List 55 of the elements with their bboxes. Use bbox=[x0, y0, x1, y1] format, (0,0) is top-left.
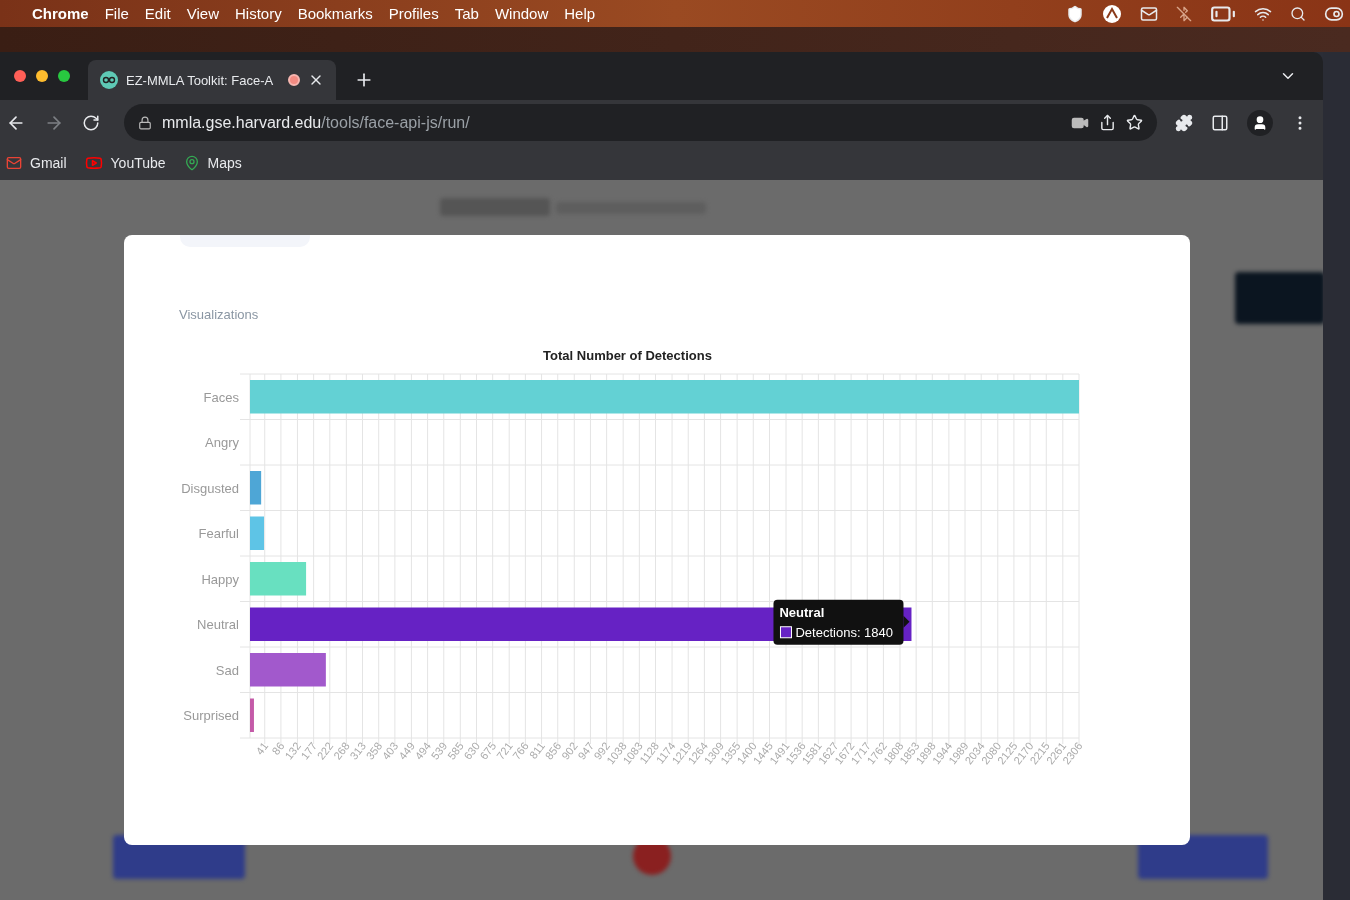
axis-label: Fearful bbox=[198, 526, 239, 542]
legend-swatch bbox=[779, 626, 792, 639]
minimize-light[interactable] bbox=[36, 70, 48, 82]
search-icon[interactable] bbox=[1290, 5, 1306, 22]
star-icon[interactable] bbox=[1126, 114, 1143, 131]
tick-label: 902 bbox=[559, 739, 580, 762]
mail-icon bbox=[6, 154, 22, 171]
menu-item[interactable]: Edit bbox=[136, 5, 179, 22]
tick-label: 585 bbox=[445, 739, 466, 762]
menu-app-name[interactable]: Chrome bbox=[24, 5, 97, 22]
bluetooth-off-icon[interactable] bbox=[1176, 5, 1192, 22]
circle-logo-icon[interactable] bbox=[1102, 3, 1122, 24]
tick-label: 86 bbox=[269, 739, 287, 757]
menu-item[interactable]: Tab bbox=[446, 5, 487, 22]
tick-label: 41 bbox=[253, 739, 271, 757]
menu-item[interactable]: Window bbox=[486, 5, 557, 22]
axis-label: Faces bbox=[203, 389, 239, 405]
menu-item[interactable]: Help bbox=[556, 5, 604, 22]
owl-icon bbox=[100, 71, 118, 89]
bookmark-link[interactable]: YouTube bbox=[84, 153, 166, 172]
menu-item[interactable]: Bookmarks bbox=[289, 5, 381, 22]
menu-item[interactable]: History bbox=[226, 5, 290, 22]
axis-label: Disgusted bbox=[181, 480, 239, 496]
puzzle-icon[interactable] bbox=[1175, 113, 1193, 132]
address-bar[interactable]: mmla.gse.harvard.edu/tools/face-api-js/run/ bbox=[124, 104, 1157, 141]
chart-title: Total Number of Detections bbox=[543, 348, 712, 363]
menu-item[interactable]: View bbox=[178, 5, 227, 22]
axis-label: Surprised bbox=[183, 708, 239, 724]
axis-label: Neutral bbox=[197, 617, 239, 633]
bar bbox=[250, 471, 262, 505]
tooltip-title: Neutral bbox=[779, 604, 825, 620]
mail-app-icon[interactable] bbox=[1140, 4, 1158, 23]
tick-label: 721 bbox=[494, 739, 515, 762]
zoom-light[interactable] bbox=[58, 70, 70, 82]
axis-label: Sad bbox=[215, 662, 239, 678]
menu-item[interactable]: Profiles bbox=[380, 5, 447, 22]
tooltip-text: Detections: 1840 bbox=[795, 624, 894, 640]
shield-icon[interactable] bbox=[1066, 4, 1084, 23]
side-panel-icon[interactable] bbox=[1211, 113, 1229, 132]
section-label: Visualizations bbox=[179, 307, 260, 322]
profile-avatar[interactable] bbox=[1247, 109, 1273, 136]
bar bbox=[250, 698, 254, 732]
bookmark-link[interactable]: Gmail bbox=[6, 154, 67, 171]
close-light[interactable] bbox=[14, 70, 26, 82]
bar bbox=[250, 562, 307, 596]
menu-item[interactable]: File bbox=[96, 5, 137, 22]
bar bbox=[250, 516, 264, 550]
browser-tab[interactable]: EZ-MMLA Toolkit: Face-A bbox=[88, 60, 336, 100]
axis-label: Happy bbox=[201, 571, 239, 587]
bookmark-link[interactable]: Maps bbox=[183, 154, 242, 171]
lock-icon bbox=[138, 115, 152, 130]
reload-icon[interactable] bbox=[82, 113, 100, 132]
axis-label: Angry bbox=[205, 435, 239, 451]
share-icon[interactable] bbox=[1099, 114, 1116, 131]
map-pin-icon bbox=[183, 154, 200, 171]
